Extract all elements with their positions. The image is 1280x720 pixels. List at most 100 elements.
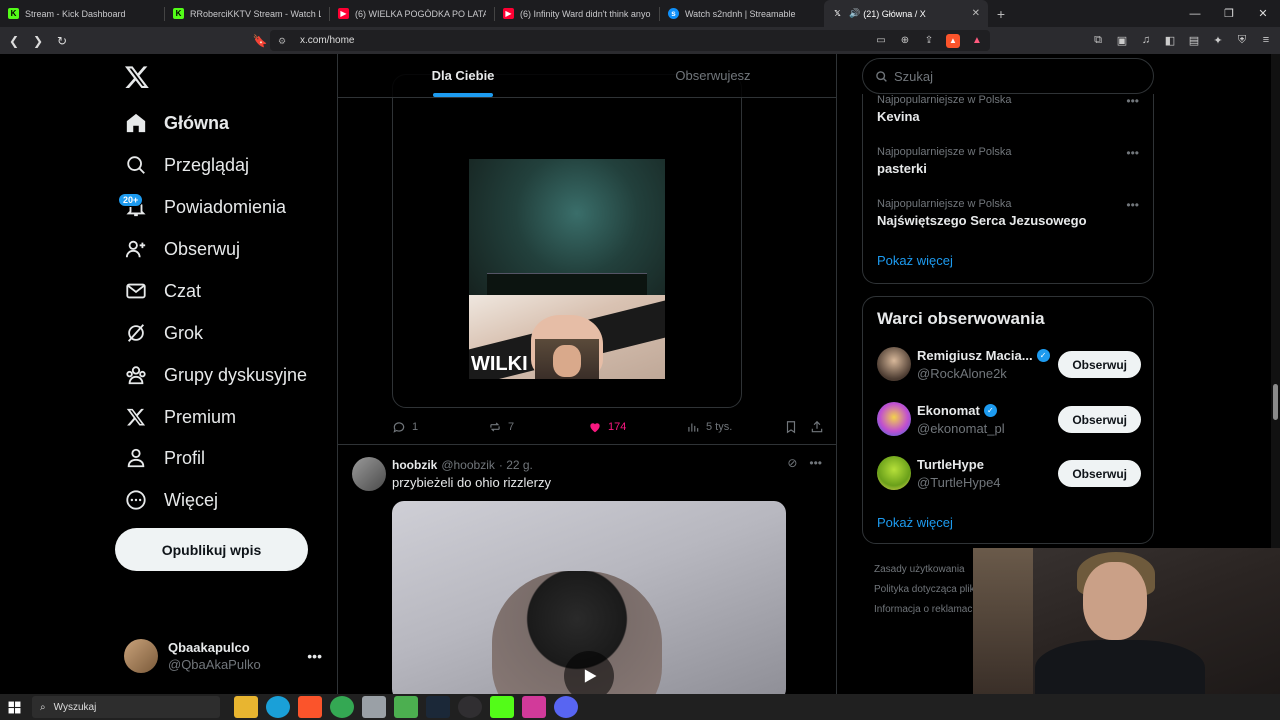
kick-icon: K [8, 8, 19, 19]
follow-button[interactable]: Obserwuj [1058, 406, 1141, 433]
post-time[interactable]: · 22 g. [499, 458, 533, 472]
follow-button[interactable]: Obserwuj [1058, 460, 1141, 487]
brave-icon[interactable] [298, 696, 322, 718]
vpn-icon[interactable]: ⛨ [1234, 31, 1250, 49]
browser-tab-youtube-1[interactable]: ▶ (6) WIELKA POGÓDKA PO LATACH (I [330, 0, 494, 27]
zoom-icon[interactable]: ⊕ [898, 34, 912, 48]
back-icon[interactable]: ❮ [4, 31, 24, 51]
forward-icon[interactable]: ❯ [28, 31, 48, 51]
nav-item-grok[interactable]: Grok [124, 313, 203, 353]
nav-item-profile[interactable]: Profil [124, 438, 205, 478]
wallet-icon[interactable]: ▤ [1186, 31, 1202, 49]
trend-more-icon[interactable]: ••• [1126, 198, 1139, 212]
tab-following[interactable]: Obserwujesz [588, 54, 836, 97]
avatar [877, 402, 911, 436]
tab-search-icon[interactable]: ▣ [1114, 31, 1130, 49]
search-input[interactable] [894, 68, 1134, 84]
nav-item-home[interactable]: Główna [124, 103, 229, 143]
footer-link-cookies[interactable]: Polityka dotycząca plik [874, 580, 978, 600]
like-button[interactable]: 174 [588, 420, 626, 434]
browser-tab-kick-dashboard[interactable]: K Stream - Kick Dashboard [0, 0, 164, 27]
music-icon[interactable]: ♫ [1138, 31, 1154, 49]
brave-rewards-icon[interactable]: ▲ [970, 34, 984, 48]
author-name[interactable]: hoobzik [392, 458, 437, 472]
nav-item-follow[interactable]: Obserwuj [124, 229, 240, 269]
trend-more-icon[interactable]: ••• [1126, 146, 1139, 160]
play-icon[interactable] [564, 651, 614, 694]
follow-suggestion[interactable]: TurtleHype @TurtleHype4 Obserwuj [877, 452, 1141, 492]
repost-button[interactable]: 7 [488, 420, 514, 434]
feed-tabs: Dla Ciebie Obserwujesz [338, 54, 836, 98]
tab-for-you[interactable]: Dla Ciebie [338, 54, 588, 97]
trends-show-more-link[interactable]: Pokaż więcej [877, 253, 953, 268]
discord-icon[interactable] [554, 696, 578, 718]
account-switcher[interactable]: Qbaakapulco @QbaAkaPulko ••• [124, 638, 324, 674]
new-tab-button[interactable]: + [988, 6, 1014, 22]
sidebar-icon[interactable]: ◧ [1162, 31, 1178, 49]
post-more-icon[interactable]: ••• [809, 456, 822, 470]
chrome-icon[interactable] [330, 696, 354, 718]
follow-icon [124, 237, 148, 261]
author-handle[interactable]: @hoobzik [441, 458, 495, 472]
trend-item[interactable]: Najpopularniejsze w Polska Najświętszego… [877, 198, 1141, 228]
account-more-icon[interactable]: ••• [307, 648, 322, 664]
edge-icon[interactable] [266, 696, 290, 718]
taskbar-search[interactable]: ⌕ Wyszukaj [32, 696, 220, 718]
quoted-post-card[interactable]: WILKI [392, 74, 742, 408]
who-to-follow-show-more-link[interactable]: Pokaż więcej [877, 515, 953, 530]
trend-more-icon[interactable]: ••• [1126, 94, 1139, 108]
search-box[interactable] [862, 58, 1154, 94]
reload-icon[interactable]: ↻ [52, 31, 72, 51]
game-icon[interactable] [522, 696, 546, 718]
minimize-icon[interactable]: — [1178, 0, 1212, 27]
post-video[interactable] [392, 501, 786, 694]
browser-tab-kick-stream[interactable]: K RRoberciKKTV Stream - Watch Live o [165, 0, 329, 27]
file-explorer-icon[interactable] [234, 696, 258, 718]
nav-item-more[interactable]: Więcej [124, 480, 218, 520]
grok-icon[interactable]: ⊘ [787, 456, 797, 470]
share-post-button[interactable] [810, 420, 824, 434]
media-player-icon[interactable] [490, 696, 514, 718]
nav-item-communities[interactable]: Grupy dyskusyjne [124, 355, 307, 395]
footer-link-terms[interactable]: Zasady użytkowania [874, 560, 978, 580]
share-icon[interactable]: ⇪ [922, 34, 936, 48]
account-name: Qbaakapulco [168, 640, 250, 655]
trend-item[interactable]: Najpopularniejsze w Polska Kevina ••• [877, 94, 1141, 124]
windows-start-icon[interactable] [0, 694, 28, 720]
nav-item-notifications[interactable]: 20+ Powiadomienia [118, 187, 286, 227]
views-button[interactable]: 5 tys. [686, 420, 732, 434]
trend-item[interactable]: Najpopularniejsze w Polska pasterki ••• [877, 146, 1141, 176]
x-logo-icon[interactable] [124, 64, 150, 90]
follow-suggestion[interactable]: Ekonomat ✓ @ekonomat_pl Obserwuj [877, 398, 1141, 438]
cast-icon[interactable]: ▭ [874, 34, 888, 48]
browser-tab-streamable[interactable]: s Watch s2ndnh | Streamable [660, 0, 824, 27]
avatar[interactable] [352, 457, 386, 491]
browser-tab-youtube-2[interactable]: ▶ (6) Infinity Ward didn't think anyone [495, 0, 659, 27]
close-window-icon[interactable]: ✕ [1246, 0, 1280, 27]
nav-item-chat[interactable]: Czat [124, 271, 201, 311]
site-info-icon[interactable]: ⚙ [278, 36, 288, 46]
scrollbar-thumb[interactable] [1273, 384, 1278, 420]
browser-tab-x-home[interactable]: 𝕏 🔊 (21) Główna / X ✕ [824, 0, 988, 27]
steam-icon[interactable] [426, 696, 450, 718]
calendar-icon[interactable] [394, 696, 418, 718]
bookmark-icon[interactable]: 🔖 [250, 31, 270, 51]
extensions-icon[interactable]: ⧉ [1090, 31, 1106, 49]
menu-icon[interactable]: ≡ [1258, 31, 1274, 49]
obs-icon[interactable] [458, 696, 482, 718]
app-icon[interactable] [362, 696, 386, 718]
follow-button[interactable]: Obserwuj [1058, 351, 1141, 378]
reply-button[interactable]: 1 [392, 420, 418, 434]
restore-icon[interactable]: ❐ [1212, 0, 1246, 27]
follow-suggestion[interactable]: Remigiusz Macia... ✓ @RockAlone2k Obserw… [877, 343, 1141, 383]
bookmark-post-button[interactable] [784, 420, 798, 434]
footer-link-ads[interactable]: Informacja o reklamach [874, 600, 978, 620]
address-bar[interactable]: ⚙ x.com/home ▭ ⊕ ⇪ ▲ ▲ [270, 30, 990, 51]
profile-icon [124, 446, 148, 470]
leo-icon[interactable]: ✦ [1210, 31, 1226, 49]
post-button[interactable]: Opublikuj wpis [115, 528, 308, 571]
nav-item-premium[interactable]: Premium [124, 397, 236, 437]
brave-shields-icon[interactable]: ▲ [946, 33, 960, 48]
nav-item-explore[interactable]: Przeglądaj [124, 145, 249, 185]
close-tab-icon[interactable]: ✕ [972, 8, 980, 19]
